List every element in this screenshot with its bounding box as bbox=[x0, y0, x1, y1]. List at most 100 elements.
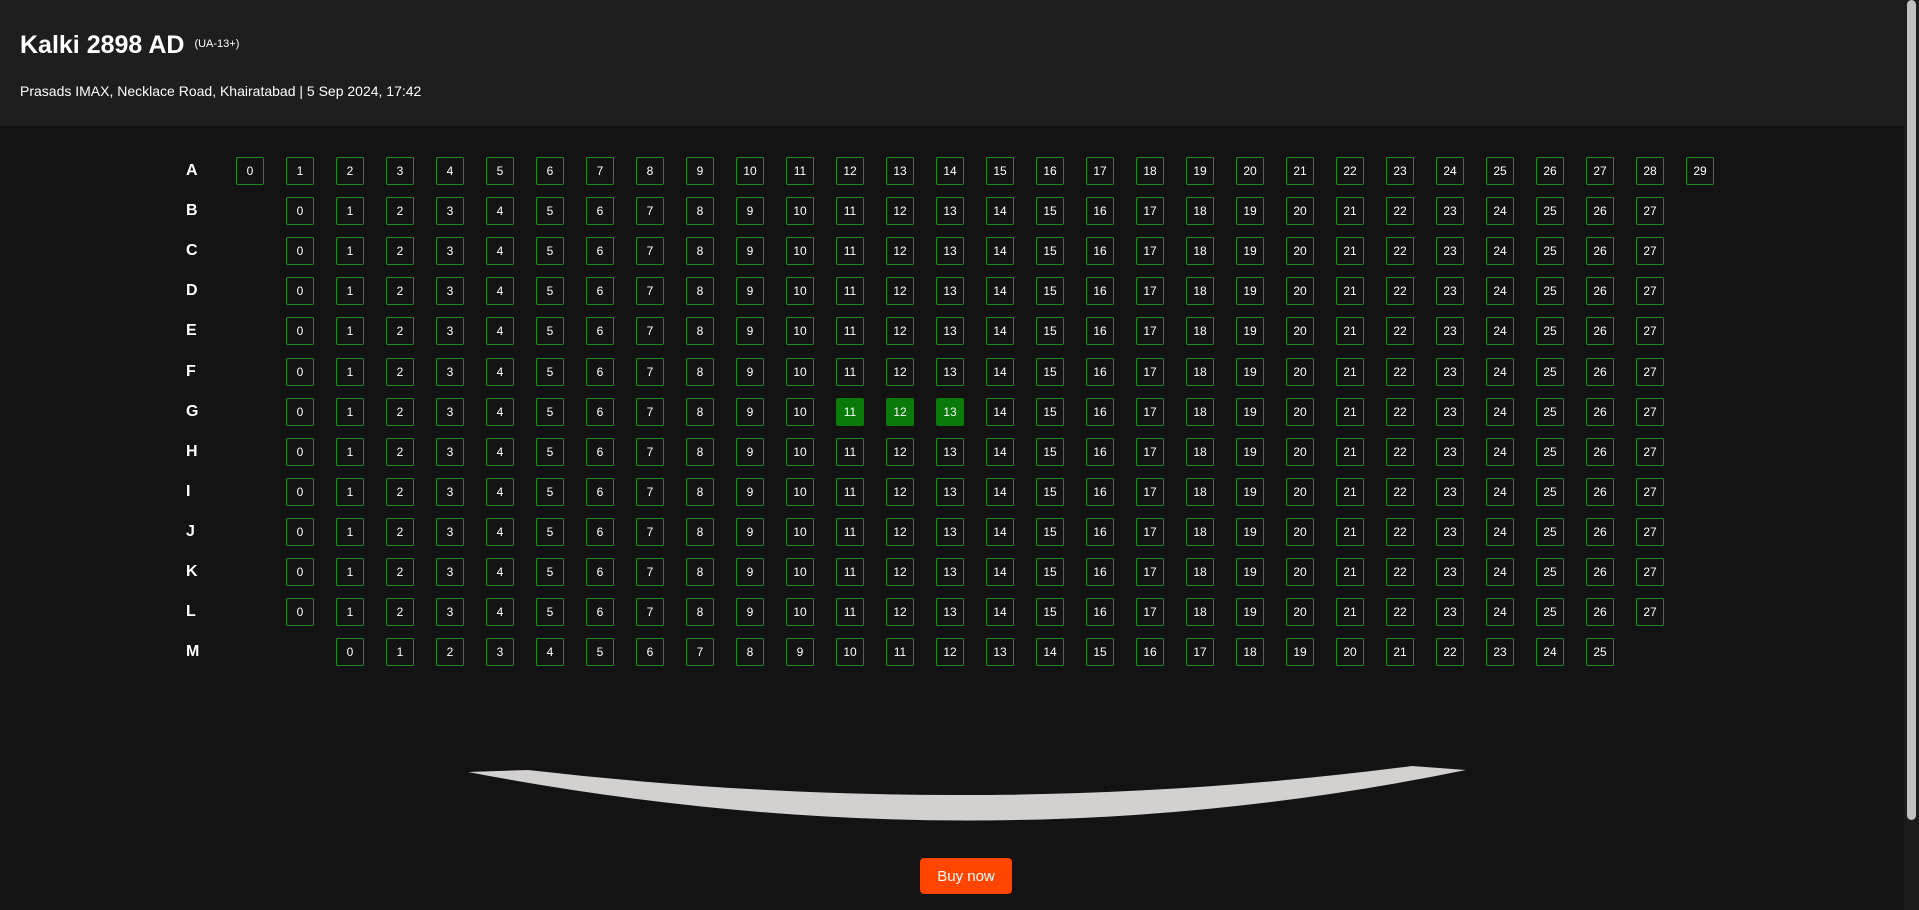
seat-e-10[interactable]: 10 bbox=[786, 317, 814, 345]
seat-j-5[interactable]: 5 bbox=[536, 518, 564, 546]
seat-k-22[interactable]: 22 bbox=[1386, 558, 1414, 586]
seat-b-19[interactable]: 19 bbox=[1236, 197, 1264, 225]
seat-k-17[interactable]: 17 bbox=[1136, 558, 1164, 586]
seat-d-18[interactable]: 18 bbox=[1186, 277, 1214, 305]
seat-e-16[interactable]: 16 bbox=[1086, 317, 1114, 345]
seat-d-6[interactable]: 6 bbox=[586, 277, 614, 305]
seat-m-1[interactable]: 1 bbox=[386, 638, 414, 666]
seat-k-5[interactable]: 5 bbox=[536, 558, 564, 586]
seat-d-22[interactable]: 22 bbox=[1386, 277, 1414, 305]
scrollbar-thumb[interactable] bbox=[1907, 0, 1916, 820]
seat-d-0[interactable]: 0 bbox=[286, 277, 314, 305]
seat-h-7[interactable]: 7 bbox=[636, 438, 664, 466]
seat-e-20[interactable]: 20 bbox=[1286, 317, 1314, 345]
seat-l-3[interactable]: 3 bbox=[436, 598, 464, 626]
seat-h-15[interactable]: 15 bbox=[1036, 438, 1064, 466]
seat-m-7[interactable]: 7 bbox=[686, 638, 714, 666]
seat-h-6[interactable]: 6 bbox=[586, 438, 614, 466]
seat-b-11[interactable]: 11 bbox=[836, 197, 864, 225]
seat-e-5[interactable]: 5 bbox=[536, 317, 564, 345]
seat-m-20[interactable]: 20 bbox=[1336, 638, 1364, 666]
seat-j-22[interactable]: 22 bbox=[1386, 518, 1414, 546]
seat-h-27[interactable]: 27 bbox=[1636, 438, 1664, 466]
seat-l-11[interactable]: 11 bbox=[836, 598, 864, 626]
seat-a-16[interactable]: 16 bbox=[1036, 157, 1064, 185]
seat-g-3[interactable]: 3 bbox=[436, 398, 464, 426]
seat-d-4[interactable]: 4 bbox=[486, 277, 514, 305]
seat-e-14[interactable]: 14 bbox=[986, 317, 1014, 345]
seat-h-23[interactable]: 23 bbox=[1436, 438, 1464, 466]
seat-l-7[interactable]: 7 bbox=[636, 598, 664, 626]
seat-h-2[interactable]: 2 bbox=[386, 438, 414, 466]
seat-i-16[interactable]: 16 bbox=[1086, 478, 1114, 506]
seat-j-27[interactable]: 27 bbox=[1636, 518, 1664, 546]
seat-a-14[interactable]: 14 bbox=[936, 157, 964, 185]
seat-a-25[interactable]: 25 bbox=[1486, 157, 1514, 185]
seat-i-20[interactable]: 20 bbox=[1286, 478, 1314, 506]
seat-k-11[interactable]: 11 bbox=[836, 558, 864, 586]
seat-c-0[interactable]: 0 bbox=[286, 237, 314, 265]
seat-e-27[interactable]: 27 bbox=[1636, 317, 1664, 345]
seat-k-16[interactable]: 16 bbox=[1086, 558, 1114, 586]
seat-c-15[interactable]: 15 bbox=[1036, 237, 1064, 265]
seat-f-9[interactable]: 9 bbox=[736, 358, 764, 386]
seat-d-13[interactable]: 13 bbox=[936, 277, 964, 305]
seat-l-18[interactable]: 18 bbox=[1186, 598, 1214, 626]
seat-c-7[interactable]: 7 bbox=[636, 237, 664, 265]
seat-j-7[interactable]: 7 bbox=[636, 518, 664, 546]
seat-j-2[interactable]: 2 bbox=[386, 518, 414, 546]
seat-b-23[interactable]: 23 bbox=[1436, 197, 1464, 225]
seat-b-2[interactable]: 2 bbox=[386, 197, 414, 225]
seat-l-26[interactable]: 26 bbox=[1586, 598, 1614, 626]
seat-l-20[interactable]: 20 bbox=[1286, 598, 1314, 626]
seat-h-13[interactable]: 13 bbox=[936, 438, 964, 466]
seat-g-21[interactable]: 21 bbox=[1336, 398, 1364, 426]
seat-a-22[interactable]: 22 bbox=[1336, 157, 1364, 185]
seat-i-22[interactable]: 22 bbox=[1386, 478, 1414, 506]
seat-c-3[interactable]: 3 bbox=[436, 237, 464, 265]
seat-f-11[interactable]: 11 bbox=[836, 358, 864, 386]
seat-f-12[interactable]: 12 bbox=[886, 358, 914, 386]
seat-h-17[interactable]: 17 bbox=[1136, 438, 1164, 466]
seat-b-27[interactable]: 27 bbox=[1636, 197, 1664, 225]
seat-i-15[interactable]: 15 bbox=[1036, 478, 1064, 506]
seat-g-1[interactable]: 1 bbox=[336, 398, 364, 426]
seat-f-4[interactable]: 4 bbox=[486, 358, 514, 386]
seat-i-25[interactable]: 25 bbox=[1536, 478, 1564, 506]
seat-h-8[interactable]: 8 bbox=[686, 438, 714, 466]
seat-c-6[interactable]: 6 bbox=[586, 237, 614, 265]
seat-b-10[interactable]: 10 bbox=[786, 197, 814, 225]
seat-d-15[interactable]: 15 bbox=[1036, 277, 1064, 305]
seat-d-5[interactable]: 5 bbox=[536, 277, 564, 305]
seat-e-13[interactable]: 13 bbox=[936, 317, 964, 345]
seat-l-2[interactable]: 2 bbox=[386, 598, 414, 626]
seat-f-6[interactable]: 6 bbox=[586, 358, 614, 386]
seat-a-20[interactable]: 20 bbox=[1236, 157, 1264, 185]
seat-h-10[interactable]: 10 bbox=[786, 438, 814, 466]
seat-e-23[interactable]: 23 bbox=[1436, 317, 1464, 345]
seat-h-1[interactable]: 1 bbox=[336, 438, 364, 466]
seat-g-27[interactable]: 27 bbox=[1636, 398, 1664, 426]
seat-j-6[interactable]: 6 bbox=[586, 518, 614, 546]
seat-d-19[interactable]: 19 bbox=[1236, 277, 1264, 305]
seat-f-21[interactable]: 21 bbox=[1336, 358, 1364, 386]
seat-f-24[interactable]: 24 bbox=[1486, 358, 1514, 386]
seat-m-21[interactable]: 21 bbox=[1386, 638, 1414, 666]
seat-b-22[interactable]: 22 bbox=[1386, 197, 1414, 225]
seat-m-18[interactable]: 18 bbox=[1236, 638, 1264, 666]
seat-c-24[interactable]: 24 bbox=[1486, 237, 1514, 265]
seat-b-24[interactable]: 24 bbox=[1486, 197, 1514, 225]
seat-a-24[interactable]: 24 bbox=[1436, 157, 1464, 185]
seat-h-12[interactable]: 12 bbox=[886, 438, 914, 466]
seat-m-25[interactable]: 25 bbox=[1586, 638, 1614, 666]
seat-f-22[interactable]: 22 bbox=[1386, 358, 1414, 386]
seat-m-11[interactable]: 11 bbox=[886, 638, 914, 666]
seat-m-0[interactable]: 0 bbox=[336, 638, 364, 666]
seat-g-9[interactable]: 9 bbox=[736, 398, 764, 426]
seat-f-2[interactable]: 2 bbox=[386, 358, 414, 386]
seat-l-6[interactable]: 6 bbox=[586, 598, 614, 626]
seat-h-19[interactable]: 19 bbox=[1236, 438, 1264, 466]
seat-m-15[interactable]: 15 bbox=[1086, 638, 1114, 666]
seat-c-13[interactable]: 13 bbox=[936, 237, 964, 265]
seat-e-12[interactable]: 12 bbox=[886, 317, 914, 345]
